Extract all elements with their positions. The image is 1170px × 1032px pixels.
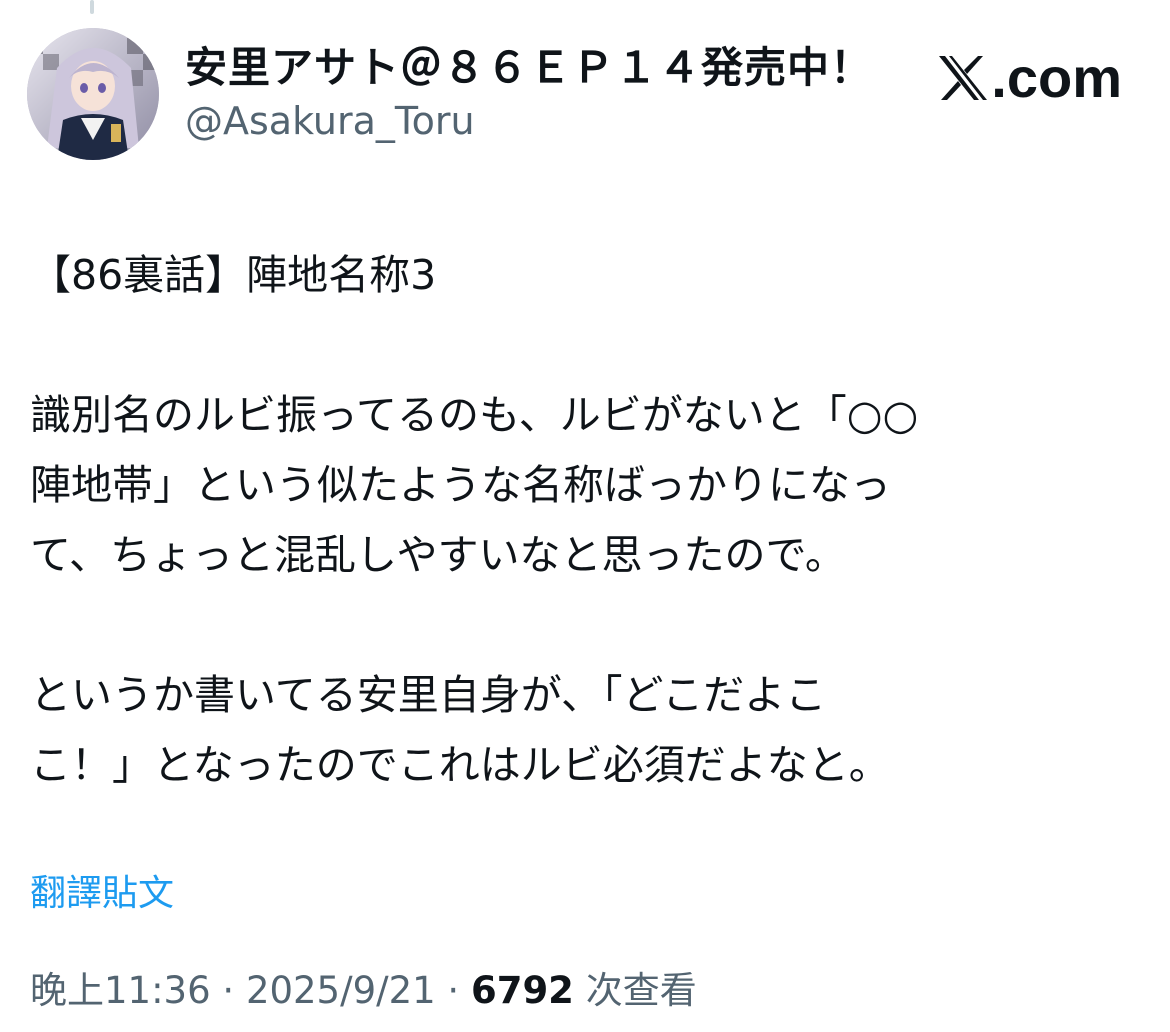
translate-post-link[interactable]: 翻譯貼文 xyxy=(30,870,174,918)
author-display-name[interactable]: 安里アサト＠８６ＥＰ１４発売中！ xyxy=(185,40,873,96)
tweet-meta: 晚上11:36 · 2025/9/21 · 6792 次查看 xyxy=(30,965,697,1017)
meta-separator: · xyxy=(435,969,471,1012)
tweet-date[interactable]: 2025/9/21 xyxy=(246,969,436,1012)
views-label: 次查看 xyxy=(573,969,697,1012)
meta-separator: · xyxy=(210,969,246,1012)
author-block: 安里アサト＠８６ＥＰ１４発売中！ @Asakura_Toru xyxy=(185,40,873,146)
tweet-time[interactable]: 晚上11:36 xyxy=(30,969,211,1012)
tweet-paragraph-title: 【86裏話】陣地名称3 xyxy=(30,251,437,299)
thread-connector-line xyxy=(90,0,94,14)
x-com-brand: .com xyxy=(937,40,1122,116)
x-logo-icon xyxy=(939,56,988,100)
views-count[interactable]: 6792 xyxy=(471,969,574,1012)
brand-domain-text: .com xyxy=(991,46,1122,109)
avatar[interactable] xyxy=(27,28,159,160)
tweet-text: 【86裏話】陣地名称3 識別名のルビ振ってるのも、ルビがないと「○○ 陣地帯」と… xyxy=(30,240,1140,800)
author-handle[interactable]: @Asakura_Toru xyxy=(185,96,873,146)
tweet-paragraph: 識別名のルビ振ってるのも、ルビがないと「○○ 陣地帯」という似たような名称ばっか… xyxy=(30,391,919,579)
tweet-paragraph: というか書いてる安里自身が、「どこだよこ こ！」となったのでこれはルビ必須だよな… xyxy=(30,671,890,789)
avatar-illustration xyxy=(27,28,159,160)
